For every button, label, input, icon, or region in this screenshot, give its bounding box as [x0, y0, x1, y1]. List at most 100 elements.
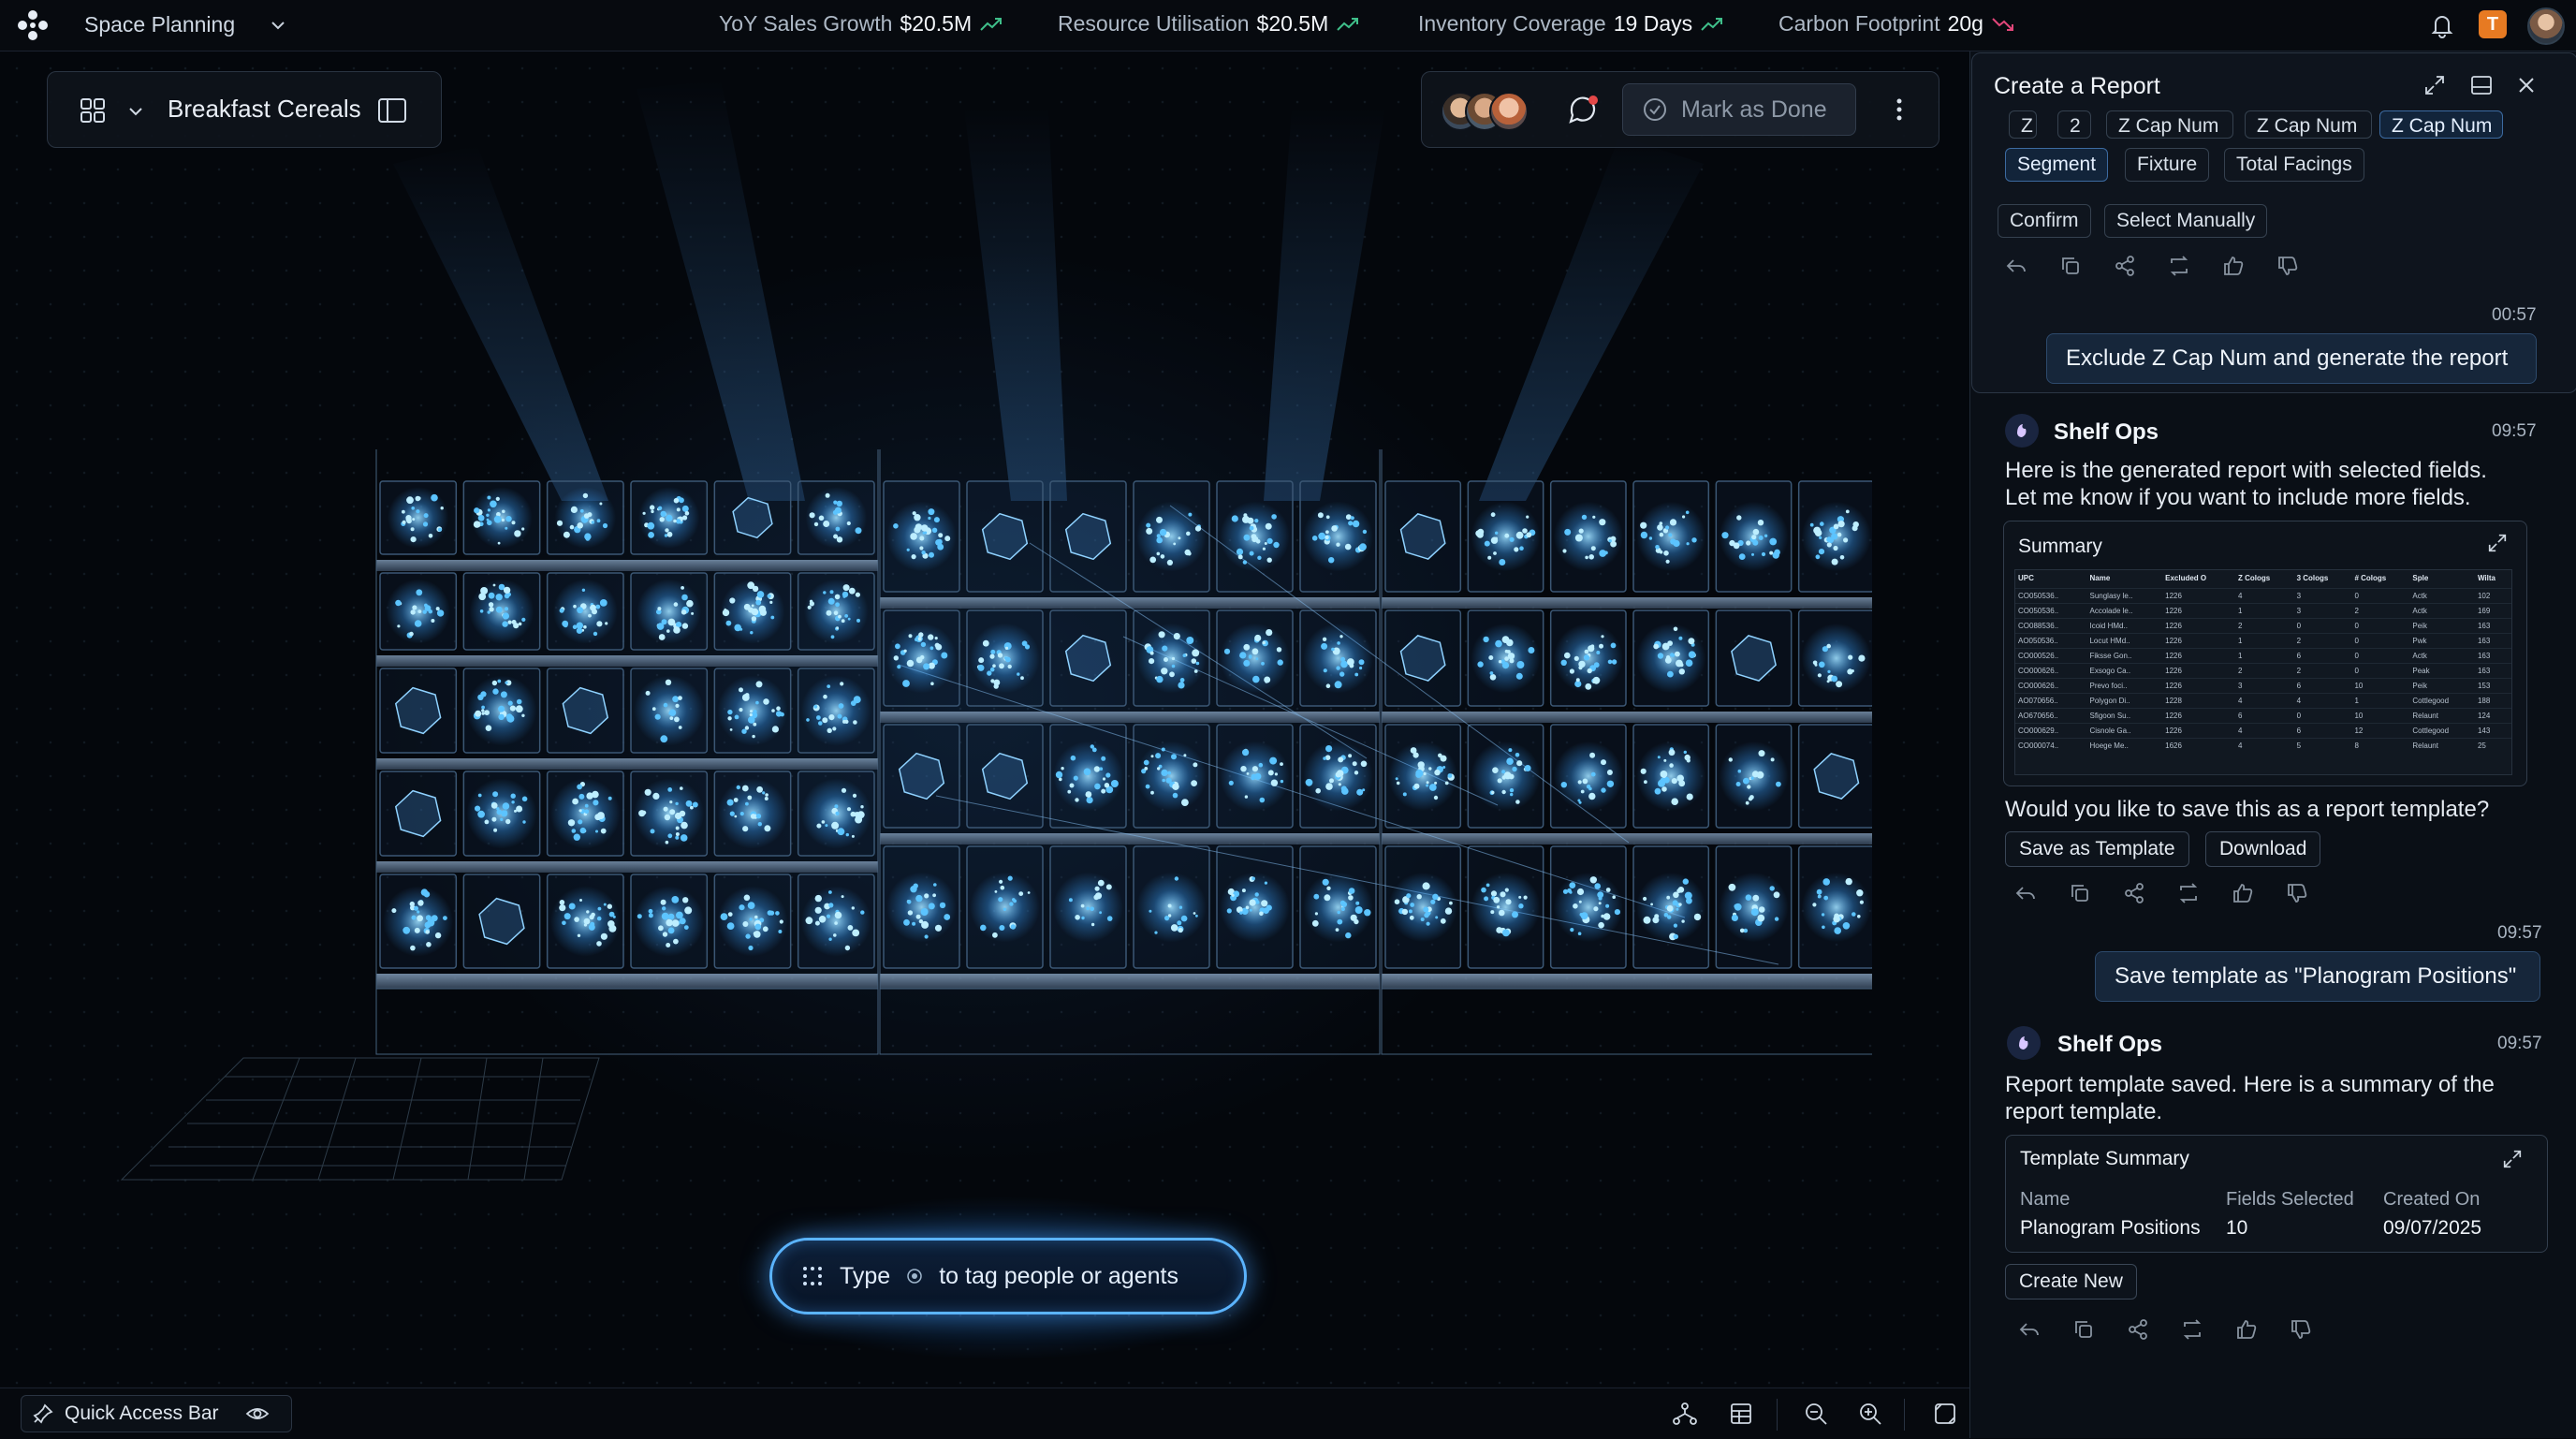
reply-icon[interactable] [2018, 1318, 2041, 1341]
copy-icon[interactable] [2069, 882, 2091, 904]
product-particle [576, 627, 583, 634]
thumbs-up-icon[interactable] [2235, 1318, 2258, 1341]
product-particle [1587, 668, 1592, 674]
product-particle [1081, 916, 1085, 920]
table-cell: 0 [2351, 633, 2410, 649]
chevron-down-icon[interactable] [126, 102, 145, 121]
app-logo-icon[interactable] [15, 7, 51, 43]
zoom-out-icon[interactable] [1803, 1401, 1829, 1427]
regenerate-icon[interactable] [2168, 255, 2190, 277]
product-particle [1173, 542, 1177, 546]
notification-bell-icon[interactable] [2428, 11, 2456, 39]
select-manually-button[interactable]: Select Manually [2104, 204, 2268, 238]
field-chip-segment[interactable]: Segment [2005, 148, 2109, 182]
tag-prompt-input[interactable]: Type to tag people or agents [769, 1238, 1247, 1314]
dock-panel-icon[interactable] [2469, 73, 2494, 97]
drag-handle-icon[interactable] [800, 1264, 825, 1288]
product-particle [1350, 516, 1354, 521]
product-particle [847, 617, 851, 621]
app-name[interactable]: Space Planning [84, 12, 235, 37]
field-chip-total-facings[interactable]: Total Facings [2224, 148, 2364, 182]
thumbs-up-icon[interactable] [2232, 882, 2254, 904]
field-chip[interactable]: Z Cap Num [2379, 110, 2503, 139]
expand-icon[interactable] [2422, 73, 2447, 97]
copy-icon[interactable] [2072, 1318, 2095, 1341]
product-particle [406, 496, 414, 505]
field-chip[interactable]: Z Cap Num [2106, 110, 2233, 139]
regenerate-icon[interactable] [2177, 882, 2200, 904]
expand-icon[interactable] [2486, 532, 2509, 554]
product-particle [1075, 915, 1080, 920]
product-particle [903, 918, 910, 926]
product-particle [928, 508, 935, 516]
thumbs-down-icon[interactable] [2290, 1318, 2312, 1341]
product-particle [1055, 771, 1063, 779]
thumbs-up-icon[interactable] [2222, 255, 2245, 277]
table-view-icon[interactable] [1728, 1401, 1754, 1427]
product-particle [1080, 903, 1085, 908]
table-column-header: Sple [2412, 574, 2429, 582]
product-particle [597, 906, 602, 911]
product-particle [1592, 680, 1596, 683]
field-chip-fixture[interactable]: Fixture [2125, 148, 2210, 182]
confirm-button[interactable]: Confirm [1998, 204, 2091, 238]
product-particle [1402, 792, 1407, 797]
summary-table-preview[interactable]: UPC Name Excluded O Z Cologs 3 Cologs # Colog… [2014, 569, 2512, 775]
field-chip[interactable]: Z Cap Num [2245, 110, 2372, 139]
share-icon[interactable] [2123, 882, 2145, 904]
grid-view-icon[interactable] [80, 97, 106, 124]
product-particle [1339, 671, 1345, 677]
regenerate-icon[interactable] [2181, 1318, 2203, 1341]
view-title[interactable]: Breakfast Cereals [168, 95, 361, 124]
product-particle [931, 527, 938, 533]
thumbs-down-icon[interactable] [2276, 255, 2299, 277]
product-particle [572, 798, 578, 805]
product-particle [1815, 554, 1821, 560]
product-particle [846, 521, 851, 526]
product-particle [607, 920, 615, 928]
product-particle [596, 941, 602, 947]
product-particle [600, 932, 608, 940]
product-particle [1574, 534, 1583, 542]
product-particle [1311, 536, 1318, 541]
eye-icon[interactable] [245, 1404, 270, 1423]
share-icon[interactable] [2127, 1318, 2149, 1341]
download-button[interactable]: Download [2205, 831, 2321, 867]
save-as-template-button[interactable]: Save as Template [2005, 831, 2189, 867]
field-chip[interactable]: Z [2009, 110, 2037, 139]
product-particle [490, 500, 497, 508]
thumbs-down-icon[interactable] [2286, 882, 2308, 904]
close-icon[interactable] [2514, 73, 2539, 97]
product-particle [775, 911, 780, 916]
hierarchy-icon[interactable] [1672, 1401, 1698, 1427]
product-particle [493, 828, 498, 832]
product-particle [1146, 522, 1151, 528]
copy-icon[interactable] [2059, 255, 2082, 277]
product-glow [1388, 872, 1458, 943]
app-switcher-chevron-down-icon[interactable] [268, 15, 288, 36]
fit-to-screen-icon[interactable] [1932, 1401, 1958, 1427]
product-particle [411, 915, 417, 920]
field-chip[interactable]: 2 [2057, 110, 2091, 139]
sidebar-toggle-icon[interactable] [377, 96, 407, 125]
product-particle [428, 609, 432, 614]
reply-icon[interactable] [2014, 882, 2037, 904]
collaborator-avatar[interactable] [1489, 92, 1529, 131]
product-particle [1171, 664, 1176, 668]
create-new-button[interactable]: Create New [2005, 1264, 2137, 1300]
share-icon[interactable] [2114, 255, 2136, 277]
product-particle [1514, 547, 1519, 552]
table-cell: 2 [2234, 618, 2294, 634]
user-badge[interactable]: T [2479, 10, 2507, 38]
reply-icon[interactable] [2005, 255, 2027, 277]
product-particle [1856, 889, 1864, 897]
mark-as-done-button[interactable]: Mark as Done [1622, 83, 1856, 136]
product-particle [1598, 921, 1604, 929]
user-avatar[interactable] [2527, 7, 2565, 45]
expand-icon[interactable] [2501, 1148, 2524, 1170]
comment-notification-icon[interactable] [1566, 93, 1600, 126]
table-cell: Fiksse Gon.. [2086, 648, 2163, 664]
quick-access-bar[interactable]: Quick Access Bar [21, 1395, 292, 1432]
more-options-icon[interactable] [1890, 95, 1909, 125]
zoom-in-icon[interactable] [1857, 1401, 1883, 1427]
